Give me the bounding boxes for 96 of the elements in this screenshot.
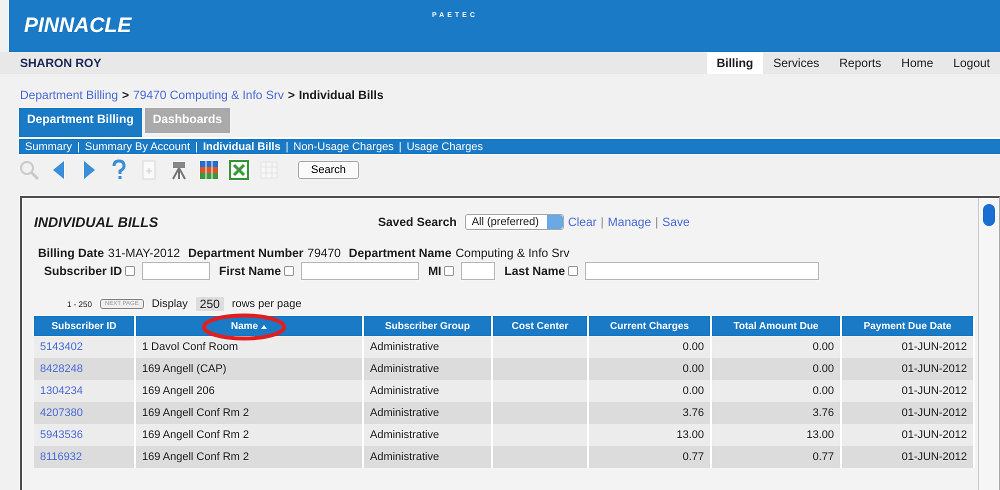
table-cell: 169 Angell 206 bbox=[142, 385, 215, 397]
table-cell: 01-JUN-2012 bbox=[902, 341, 967, 353]
field-label: Last Name bbox=[504, 264, 566, 278]
separator: | bbox=[655, 215, 658, 229]
input-field[interactable] bbox=[301, 262, 420, 280]
page-range: 1 - 250 bbox=[67, 300, 92, 308]
info-value: 31-MAY-2012 bbox=[108, 246, 180, 260]
breadcrumb-separator: > bbox=[122, 88, 130, 102]
table-cell: Administrative bbox=[370, 341, 440, 353]
nav-link[interactable]: Services bbox=[763, 52, 830, 74]
table-cell: 0.00 bbox=[682, 341, 704, 353]
field-label: First Name bbox=[219, 264, 282, 278]
scroll-thumb[interactable] bbox=[983, 204, 995, 226]
table-cell: 0.00 bbox=[812, 341, 834, 353]
info-label: Department Number bbox=[188, 246, 304, 260]
table-cell: 3.76 bbox=[812, 407, 834, 419]
column-header[interactable]: Name bbox=[135, 316, 363, 336]
table-cell: 0.00 bbox=[812, 385, 834, 397]
field-label: Subscriber ID bbox=[44, 264, 122, 278]
tab[interactable]: Department Billing bbox=[19, 108, 142, 137]
tab[interactable]: Dashboards bbox=[144, 108, 230, 133]
logo: PINNACLE bbox=[24, 14, 133, 38]
separator: | bbox=[286, 140, 288, 152]
breadcrumb-current: Individual Bills bbox=[298, 88, 384, 102]
breadcrumb-separator: > bbox=[288, 88, 295, 102]
nav-link[interactable]: Home bbox=[891, 52, 944, 74]
table-cell: 13.00 bbox=[676, 429, 704, 441]
info-value: Computing & Info Srv bbox=[456, 246, 570, 260]
table-cell: 3.76 bbox=[682, 407, 704, 419]
input-field[interactable] bbox=[142, 262, 210, 280]
action-link[interactable]: Clear bbox=[568, 215, 597, 229]
color-grid-icon[interactable] bbox=[198, 159, 220, 181]
column-header[interactable]: Cost Center bbox=[492, 316, 588, 336]
search-button[interactable]: Search bbox=[298, 161, 359, 179]
separator: | bbox=[398, 140, 402, 152]
subnav-link[interactable]: Summary bbox=[25, 140, 72, 152]
option-icon[interactable] bbox=[125, 266, 136, 276]
table-cell: 01-JUN-2012 bbox=[902, 385, 967, 397]
table-cell: Administrative bbox=[370, 363, 440, 375]
info-value: 79470 bbox=[307, 246, 341, 260]
action-link[interactable]: Manage bbox=[608, 215, 652, 229]
table-cell: 169 Angell Conf Rm 2 bbox=[142, 451, 250, 463]
input-field[interactable] bbox=[461, 262, 496, 280]
table-cell: 01-JUN-2012 bbox=[902, 363, 967, 375]
subnav-link[interactable]: Individual Bills bbox=[202, 140, 281, 152]
table-cell: Administrative bbox=[370, 429, 440, 441]
rows-per-page-field[interactable]: 250 bbox=[196, 297, 224, 311]
column-header[interactable]: Subscriber Group bbox=[363, 316, 492, 336]
saved-search-dropdown[interactable]: All (preferred) bbox=[464, 214, 564, 230]
option-icon[interactable] bbox=[444, 266, 454, 276]
column-header[interactable]: Subscriber ID bbox=[34, 316, 135, 336]
display-label: Display bbox=[152, 298, 188, 310]
option-icon[interactable] bbox=[568, 266, 578, 276]
table-cell: 169 Angell Conf Rm 2 bbox=[142, 407, 250, 419]
table-cell: 169 Angell (CAP) bbox=[142, 363, 226, 375]
subnav-link[interactable]: Non-Usage Charges bbox=[293, 140, 394, 152]
column-header[interactable]: Current Charges bbox=[588, 316, 711, 336]
field-label: Saved Search bbox=[378, 215, 457, 229]
table-cell: 13.00 bbox=[806, 429, 834, 441]
nav-link[interactable]: Billing bbox=[706, 52, 764, 74]
option-icon[interactable] bbox=[284, 266, 294, 276]
separator: | bbox=[77, 140, 80, 152]
input-field[interactable] bbox=[585, 262, 820, 280]
table-cell: Administrative bbox=[370, 407, 440, 419]
separator: | bbox=[195, 140, 198, 152]
table-cell: 0.77 bbox=[812, 451, 834, 463]
column-header[interactable]: Total Amount Due bbox=[711, 316, 841, 336]
table-cell: 01-JUN-2012 bbox=[902, 429, 967, 441]
info-label: Billing Date bbox=[38, 246, 104, 260]
subnav-link[interactable]: Usage Charges bbox=[406, 140, 483, 152]
breadcrumb-link[interactable]: Department Billing bbox=[20, 88, 118, 102]
table-cell: Administrative bbox=[370, 451, 440, 463]
panel-title: INDIVIDUAL BILLS bbox=[34, 214, 160, 230]
table-cell: 169 Angell Conf Rm 2 bbox=[142, 429, 250, 441]
table-cell: 01-JUN-2012 bbox=[902, 407, 967, 419]
action-link[interactable]: Save bbox=[662, 215, 690, 229]
table-cell: 01-JUN-2012 bbox=[902, 451, 967, 463]
user-name: SHARON ROY bbox=[20, 56, 102, 70]
nav-link[interactable]: Reports bbox=[829, 52, 892, 74]
stepper-icon bbox=[546, 215, 563, 229]
column-header[interactable]: Payment Due Date bbox=[841, 316, 974, 336]
info-label: Department Name bbox=[348, 246, 452, 260]
spreadsheet-icon[interactable] bbox=[228, 159, 250, 181]
table-cell: 0.00 bbox=[682, 385, 704, 397]
table-cell: 0.77 bbox=[682, 451, 704, 463]
table-cell: Administrative bbox=[370, 385, 440, 397]
table-cell: 1 Davol Conf Room bbox=[142, 341, 238, 353]
separator: | bbox=[600, 215, 604, 229]
breadcrumb-link[interactable]: 79470 Computing & Info Srv bbox=[133, 88, 284, 102]
table-cell: 0.00 bbox=[682, 363, 704, 375]
table-cell: 0.00 bbox=[812, 363, 834, 375]
sort-arrow-icon bbox=[261, 324, 268, 328]
rows-label: rows per page bbox=[232, 298, 302, 310]
field-label: MI bbox=[428, 264, 442, 278]
subnav-link[interactable]: Summary By Account bbox=[84, 140, 190, 152]
nav-link[interactable]: Logout bbox=[943, 52, 1000, 74]
